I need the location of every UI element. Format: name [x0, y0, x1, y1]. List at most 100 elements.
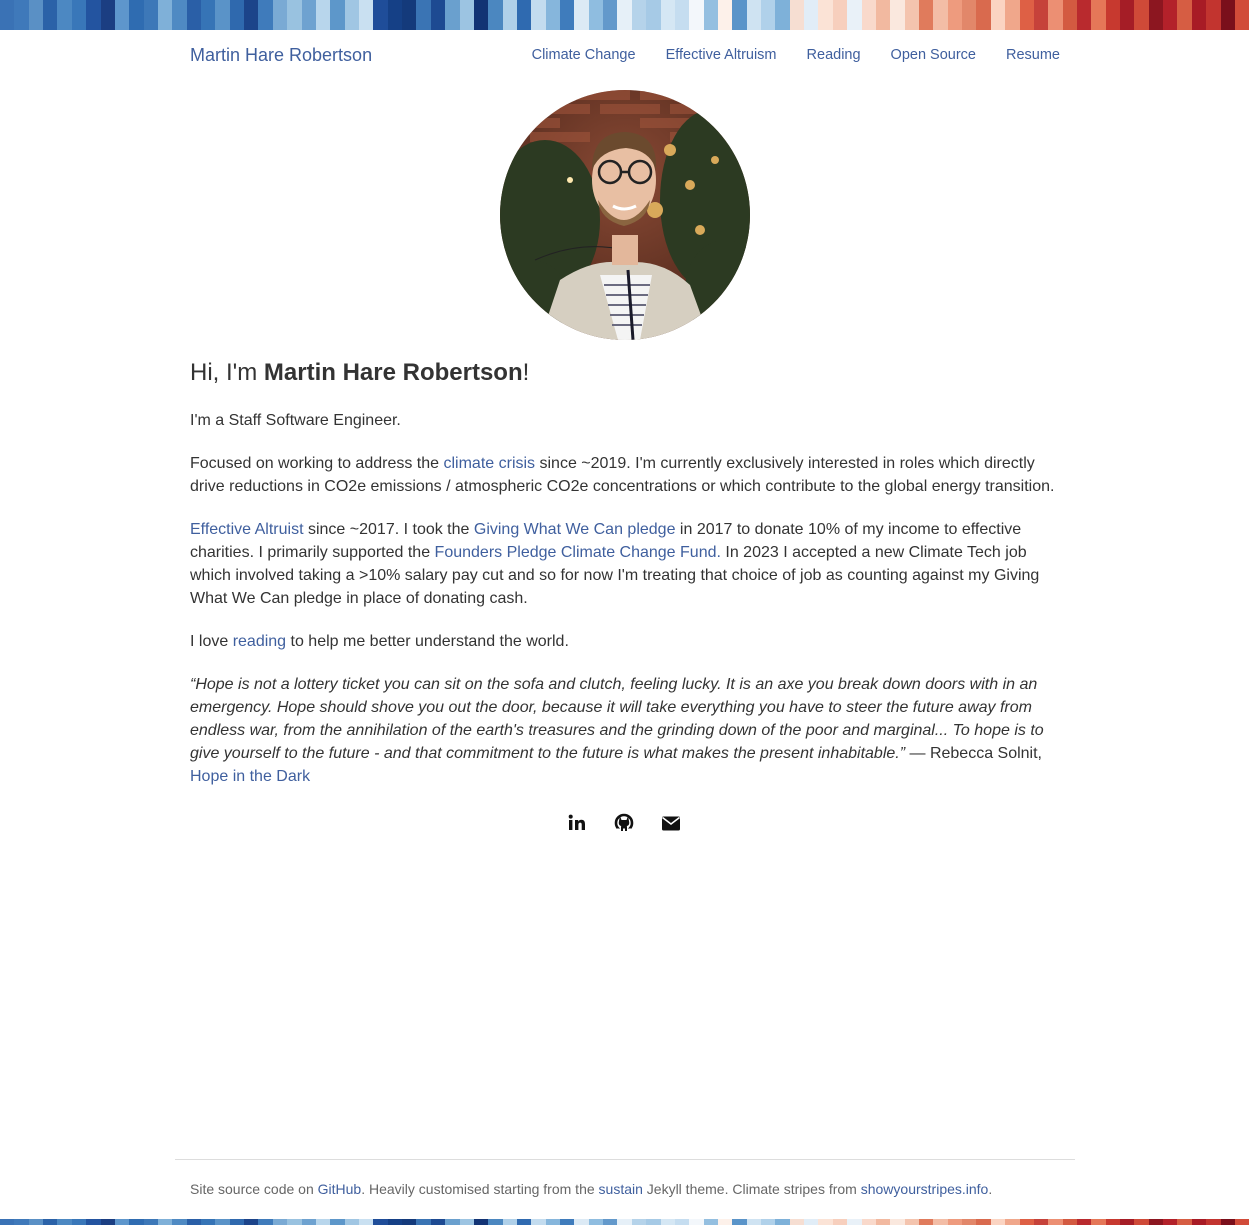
nav-link-climate-change[interactable]: Climate Change [532, 47, 636, 63]
climate-stripe [1120, 1219, 1135, 1225]
climate-stripe [789, 1219, 805, 1225]
footer-github-link[interactable]: GitHub [318, 1181, 362, 1197]
climate-stripe [904, 1219, 919, 1225]
climate-stripe [1220, 0, 1235, 30]
climate-stripe [775, 0, 790, 30]
climate-stripe [1220, 1219, 1235, 1225]
climate-stripe [215, 0, 230, 30]
climate-stripe [287, 0, 302, 30]
nav-link-open-source[interactable]: Open Source [891, 47, 976, 63]
footer-showyourstripes-link[interactable]: showyourstripes.info [861, 1181, 989, 1197]
climate-stripe [344, 0, 359, 30]
climate-stripe [14, 1219, 29, 1225]
climate-stripe [531, 0, 546, 30]
effective-altruist-link[interactable]: Effective Altruist [190, 521, 304, 538]
climate-stripe [387, 0, 403, 30]
climate-stripe [1148, 0, 1164, 30]
climate-stripe [1206, 0, 1221, 30]
climate-stripe [1005, 1219, 1020, 1225]
climate-stripe [761, 1219, 776, 1225]
climate-stripe [703, 0, 718, 30]
climate-stripe [1134, 1219, 1149, 1225]
climate-stripe [14, 0, 29, 30]
climate-stripe [502, 0, 517, 30]
founders-pledge-link[interactable]: Founders Pledge Climate Change Fund. [435, 544, 721, 561]
climate-stripe [0, 1219, 15, 1225]
email-link[interactable] [660, 812, 682, 834]
nav-link-resume[interactable]: Resume [1006, 47, 1060, 63]
climate-stripe [603, 1219, 618, 1225]
climate-stripe [416, 0, 431, 30]
reading-paragraph: I love reading to help me better underst… [190, 630, 1060, 653]
climate-stripe [330, 0, 345, 30]
climate-stripe [71, 0, 87, 30]
hope-in-the-dark-link[interactable]: Hope in the Dark [190, 768, 310, 785]
climate-crisis-link[interactable]: climate crisis [443, 455, 535, 472]
climate-stripe [560, 0, 575, 30]
climate-stripe [301, 0, 316, 30]
climate-stripe [890, 1219, 905, 1225]
climate-stripe [473, 1219, 489, 1225]
climate-stripe [875, 1219, 891, 1225]
climate-stripe [861, 1219, 876, 1225]
climate-stripe [962, 1219, 977, 1225]
climate-stripe [516, 1219, 532, 1225]
site-footer: Site source code on GitHub. Heavily cust… [190, 1181, 992, 1197]
climate-stripe [43, 0, 58, 30]
climate-stripe [1105, 1219, 1121, 1225]
intro-heading: Hi, I'm Martin Hare Robertson! [190, 356, 1060, 390]
climate-stripe [947, 1219, 963, 1225]
climate-stripe [1163, 0, 1178, 30]
climate-stripe [315, 0, 331, 30]
github-link[interactable] [613, 812, 635, 834]
climate-stripe [717, 1219, 733, 1225]
climate-stripe [617, 1219, 632, 1225]
climate-stripe [1234, 1219, 1249, 1225]
climate-stripe [86, 0, 101, 30]
nav-item-climate-change: Climate Change [532, 47, 636, 63]
reading-link[interactable]: reading [233, 633, 286, 650]
climate-stripe [1191, 1219, 1207, 1225]
climate-stripe [732, 0, 747, 30]
climate-stripe [1033, 1219, 1049, 1225]
reading-text-2: to help me better understand the world. [286, 633, 569, 650]
climate-stripe [646, 1219, 661, 1225]
climate-stripe [617, 0, 632, 30]
climate-stripe [1062, 0, 1077, 30]
climate-stripe [861, 0, 876, 30]
climate-stripe [674, 1219, 690, 1225]
climate-stripe [0, 0, 15, 30]
climate-stripe [631, 0, 647, 30]
intro-greeting: Hi, I'm [190, 359, 264, 386]
climate-stripe [186, 0, 202, 30]
climate-text-1: Focused on working to address the [190, 455, 444, 472]
climate-stripe [86, 1219, 101, 1225]
climate-stripe [502, 1219, 517, 1225]
linkedin-link[interactable] [566, 812, 588, 834]
climate-stripe [1134, 0, 1149, 30]
climate-stripe [717, 0, 733, 30]
climate-stripe [847, 0, 862, 30]
climate-stripe [646, 0, 661, 30]
climate-stripe [875, 0, 891, 30]
footer-sustain-link[interactable]: sustain [599, 1181, 643, 1197]
climate-stripe [416, 1219, 431, 1225]
climate-stripe [1019, 1219, 1034, 1225]
climate-stripe [789, 0, 805, 30]
site-title-link[interactable]: Martin Hare Robertson [190, 45, 372, 66]
climate-stripe [919, 0, 934, 30]
climate-stripe [1091, 0, 1106, 30]
climate-stripe [473, 0, 489, 30]
nav-link-reading[interactable]: Reading [807, 47, 861, 63]
climate-stripe [804, 1219, 819, 1225]
climate-stripe [157, 0, 173, 30]
climate-stripe [143, 0, 158, 30]
climate-stripe [488, 0, 503, 30]
gwwc-pledge-link[interactable]: Giving What We Can pledge [474, 521, 676, 538]
climate-stripe [1076, 1219, 1092, 1225]
profile-photo-illustration [500, 90, 750, 340]
social-links [566, 812, 682, 834]
climate-stripe [631, 1219, 647, 1225]
nav-link-effective-altruism[interactable]: Effective Altruism [666, 47, 777, 63]
climate-stripe [588, 1219, 604, 1225]
